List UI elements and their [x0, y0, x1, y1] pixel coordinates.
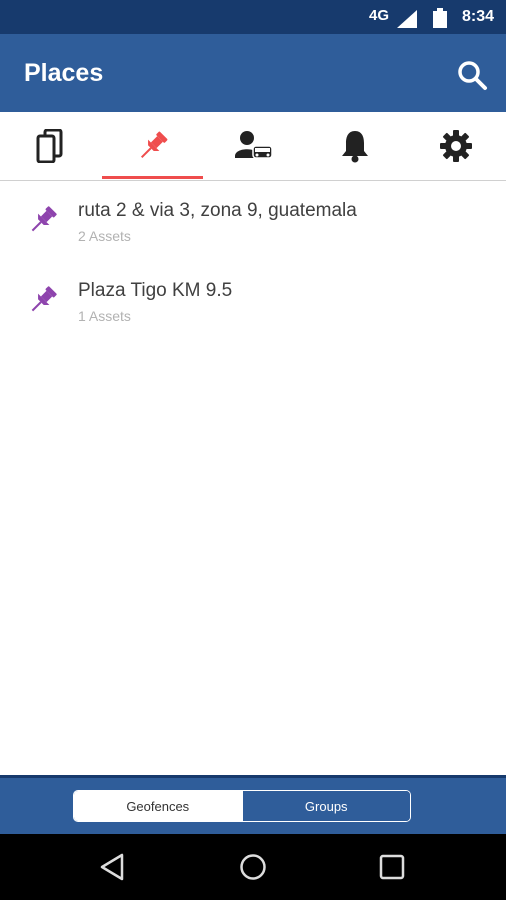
tab-bar	[0, 112, 506, 181]
list-item[interactable]: ruta 2 & via 3, zona 9, guatemala 2 Asse…	[0, 182, 506, 262]
bottom-bar: Geofences Groups	[0, 775, 506, 834]
place-name: ruta 2 & via 3, zona 9, guatemala	[78, 200, 357, 221]
home-icon[interactable]	[238, 852, 268, 882]
signal-icon	[397, 10, 417, 28]
search-icon[interactable]	[456, 59, 490, 93]
system-nav-bar	[0, 834, 506, 900]
pin-icon	[31, 286, 57, 312]
list-item[interactable]: Plaza Tigo KM 9.5 1 Assets	[0, 262, 506, 342]
geofences-button[interactable]: Geofences	[74, 791, 242, 821]
tab-drivers[interactable]	[203, 112, 304, 180]
app-bar: Places	[0, 34, 506, 112]
clock: 8:34	[462, 8, 495, 25]
status-bar: 4G 8:34	[0, 0, 506, 34]
tab-places[interactable]	[102, 112, 203, 180]
place-name: Plaza Tigo KM 9.5	[78, 280, 233, 301]
recents-icon[interactable]	[377, 852, 407, 882]
pin-icon	[140, 131, 167, 159]
devices-icon	[36, 129, 62, 163]
battery-icon	[433, 8, 447, 28]
gear-icon	[439, 130, 472, 162]
asset-count: 1 Assets	[78, 308, 131, 324]
network-type: 4G	[369, 7, 390, 24]
selected-tab-indicator	[102, 176, 203, 179]
driver-vehicle-icon	[234, 131, 273, 159]
segmented-control: Geofences Groups	[73, 790, 411, 822]
back-icon[interactable]	[98, 852, 128, 882]
tab-settings[interactable]	[405, 112, 506, 180]
groups-button[interactable]: Groups	[241, 791, 410, 821]
tab-alerts[interactable]	[304, 112, 405, 180]
bell-icon	[341, 131, 368, 163]
pin-icon	[31, 206, 57, 232]
page-title: Places	[24, 59, 104, 87]
places-list: ruta 2 & via 3, zona 9, guatemala 2 Asse…	[0, 182, 506, 342]
tab-devices[interactable]	[0, 112, 101, 180]
asset-count: 2 Assets	[78, 228, 131, 244]
